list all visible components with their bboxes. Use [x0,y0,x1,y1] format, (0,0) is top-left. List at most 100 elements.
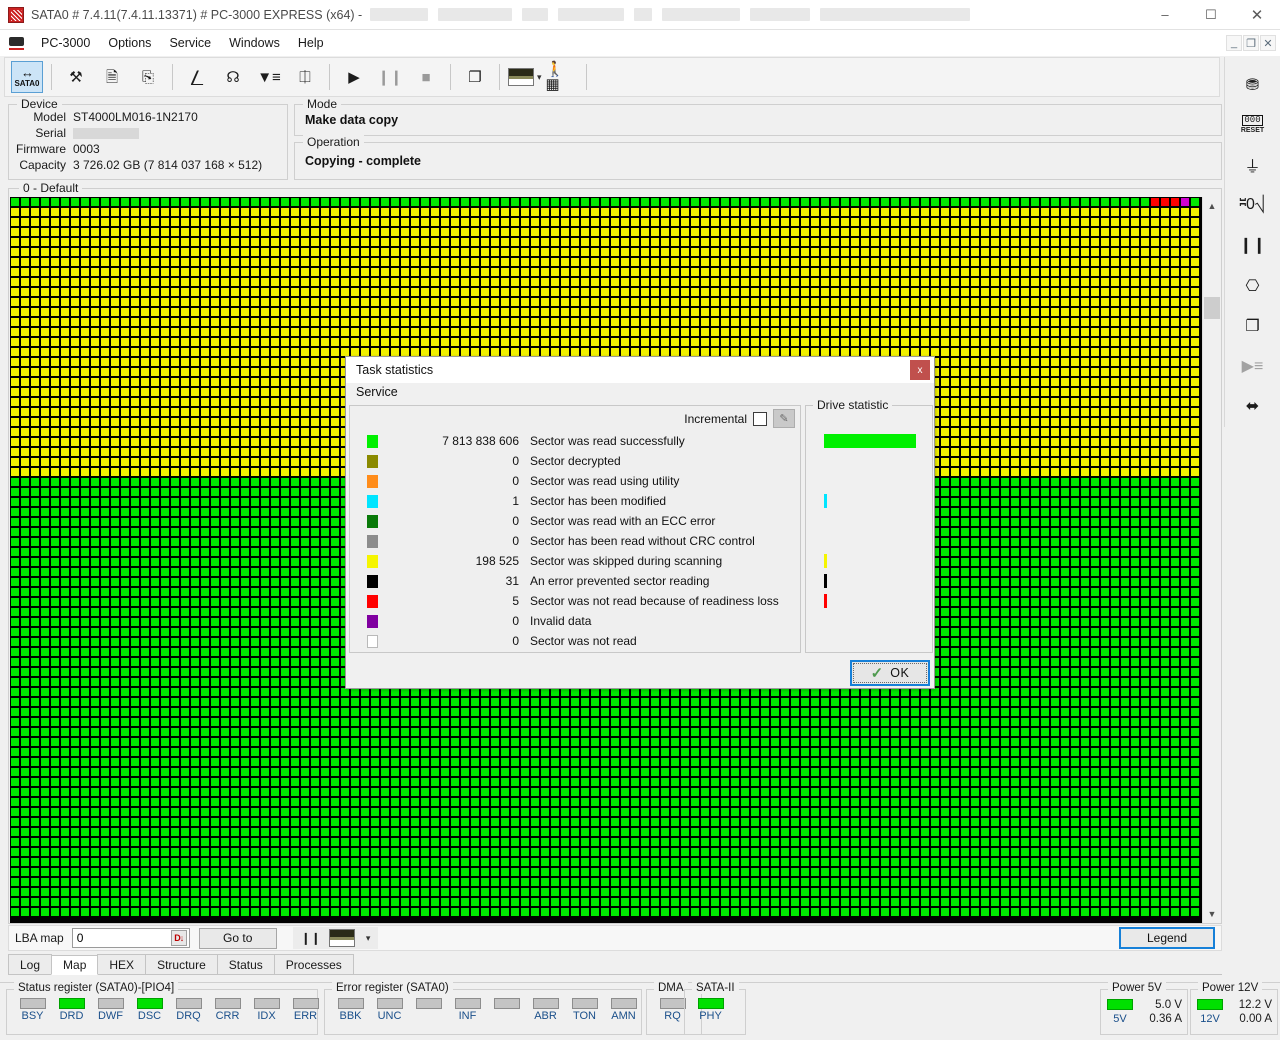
toolbar-button-copy-pages[interactable]: ❐ [459,61,491,93]
lba-input-wrapper[interactable]: 0 D↓ [71,928,190,948]
map-row [10,327,1202,337]
connector-icon: ⬌ [1245,398,1260,416]
edit-pen-icon[interactable]: ✎ [773,409,795,428]
led-indicator [253,998,280,1009]
sidebar-button-disk-copy[interactable]: ⛃ [1231,65,1275,104]
sidebar-button-pause[interactable]: ❙❙ [1231,226,1275,265]
led-label: ERR [293,1010,318,1022]
toolbar-separator [51,64,52,90]
toolbar-button-play[interactable]: ▶ [338,61,370,93]
mdi-close-button[interactable]: ✕ [1260,35,1276,51]
map-row [10,777,1202,787]
toolbar-button-find[interactable]: ☊ [217,61,249,93]
reset-digits: 000 [1242,115,1263,127]
tab-map[interactable]: Map [51,955,99,975]
dialog-close-button[interactable]: x [910,360,930,380]
map-row [10,337,1202,347]
redacted-block [522,8,549,21]
sidebar-button-clear-counters[interactable]: ⎔ [1231,266,1275,305]
goto-button[interactable]: Go to [198,927,277,949]
minimize-button[interactable]: – [1142,0,1188,30]
tab-processes[interactable]: Processes [273,954,354,974]
sidebar-button-power-switch[interactable]: ⏚ [1231,145,1275,184]
error-register-label: Error register (SATA0) [332,982,453,994]
sata-label: SATA-II [692,982,739,994]
toolbar-button-sata0[interactable]: ↔ SATA0 [11,61,43,93]
menu-item-help[interactable]: Help [289,34,333,52]
power-5v-row-current: 5V 0.36 A [1107,1011,1193,1026]
pause-icon[interactable]: ❙❙ [301,932,321,944]
led-indicator [136,998,163,1009]
preview-thumb-icon[interactable] [328,929,355,947]
toolbar-button-sector-list[interactable]: ⎳ [181,61,213,93]
lba-input[interactable]: 0 [77,931,171,945]
sidebar-button-id-scale[interactable]: ⎶0⎷ [1231,186,1275,225]
decimal-toggle-icon[interactable]: D↓ [170,930,187,946]
map-vertical-scrollbar[interactable]: ▲ ▼ [1202,197,1220,923]
maximize-button[interactable]: ☐ [1188,0,1234,30]
close-button[interactable]: ✕ [1234,0,1280,30]
redacted-block [370,8,429,21]
drive-statistic-bar [824,554,827,568]
led-label: BSY [21,1010,44,1022]
toolbar-button-percent-report[interactable]: ⎘ [132,61,164,93]
error-led-bbk: BBK [331,998,370,1022]
error-led-inf: INF [448,998,487,1022]
statistic-count: 0 [512,634,519,648]
led-indicator [610,998,637,1009]
tab-status[interactable]: Status [216,954,275,974]
sidebar-button-close-copies[interactable]: ❐ [1231,306,1275,345]
incremental-checkbox[interactable] [753,411,767,426]
play-icon: ▶ [348,68,360,86]
toolbar-button-preview[interactable]: ▾ [508,61,542,93]
copy-pages-icon: ❐ [468,68,482,86]
device-row-serial: Serial [9,125,287,141]
device-model-label: Model [33,110,66,124]
toolbar-button-pause[interactable]: ❙❙ [374,61,406,93]
led-label: DWF [97,1010,124,1022]
led-label: PHY [699,1010,722,1022]
menu-item-options[interactable]: Options [99,34,160,52]
scrollbar-thumb[interactable] [1204,297,1220,319]
sidebar-button-reset-counter[interactable]: 000 RESET [1231,105,1275,144]
dropdown-caret-icon[interactable]: ▾ [537,72,542,83]
tab-log[interactable]: Log [8,954,53,974]
mdi-restore-button[interactable]: ❐ [1243,35,1259,51]
menu-item-pc3000[interactable]: PC-3000 [32,34,99,52]
menu-item-windows[interactable]: Windows [220,34,289,52]
power-5v-row-voltage: 5.0 V [1107,998,1193,1011]
toolbar-button-stop[interactable]: ■ [410,61,442,93]
sector-list-icon: ⎳ [190,68,204,86]
toolbar-button-binary-report[interactable]: 🗎 [96,61,128,93]
scroll-up-icon[interactable]: ▲ [1203,197,1221,215]
power-5v-current: 0.36 A [1149,1012,1182,1025]
disk-drive-icon [8,35,26,51]
dialog-title-bar: Task statistics [346,357,934,383]
toolbar-button-tools[interactable]: ⚒ [60,61,92,93]
ok-button[interactable]: ✓ OK [850,660,930,686]
statistic-color-swatch [367,494,378,508]
tab-structure[interactable]: Structure [145,954,218,974]
pause-icon: ❙❙ [377,68,403,86]
legend-button[interactable]: Legend [1119,927,1215,949]
toolbar-button-run-person[interactable]: 🚶▦ [546,61,578,93]
power-12v-voltage: 12.2 V [1238,998,1272,1011]
statistic-count: 0 [512,514,519,528]
lba-map-label: LBA map [15,931,64,945]
find-icon: ☊ [226,68,240,86]
toolbar-button-filter[interactable]: ▼≡ [253,61,285,93]
sidebar-button-connector[interactable]: ⬌ [1231,387,1275,426]
scroll-down-icon[interactable]: ▼ [1203,905,1221,923]
map-row [10,847,1202,857]
map-row [10,247,1202,257]
power-12v-current: 0.00 A [1239,1012,1272,1025]
menu-item-service[interactable]: Service [160,34,220,52]
dropdown-caret-icon[interactable]: ▾ [366,933,371,944]
toolbar-button-disk-copy[interactable]: ⎅ [289,61,321,93]
led-indicator [19,998,46,1009]
sidebar-button-run-filter[interactable]: ▶≡ [1231,347,1275,386]
percent-report-icon: ⎘ [141,68,154,86]
mdi-minimize-button[interactable]: _ [1226,35,1242,51]
tab-hex[interactable]: HEX [97,954,147,974]
device-firmware-label: Firmware [16,142,66,156]
